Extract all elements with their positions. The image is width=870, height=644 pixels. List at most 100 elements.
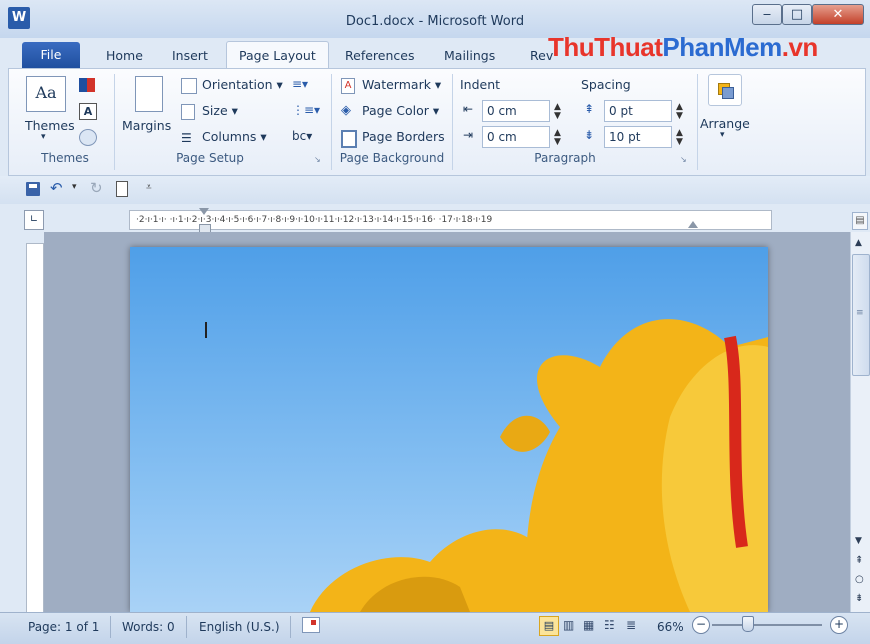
first-line-indent-marker-icon[interactable] bbox=[199, 208, 209, 215]
outline-view-icon[interactable]: ☷ bbox=[604, 618, 615, 632]
ribbon-separator bbox=[114, 74, 115, 170]
scroll-up-icon[interactable]: ▲ bbox=[855, 238, 862, 248]
spacing-after-field[interactable]: 10 pt bbox=[604, 126, 672, 148]
watermark-button[interactable]: Watermark ▾ bbox=[362, 77, 441, 92]
window-title: Doc1.docx - Microsoft Word bbox=[345, 14, 525, 29]
tab-references[interactable]: References bbox=[333, 44, 426, 68]
status-separator bbox=[110, 616, 111, 638]
tab-page-layout[interactable]: Page Layout bbox=[226, 41, 329, 69]
page-color-label: Page Color bbox=[362, 103, 429, 118]
document-page[interactable] bbox=[130, 247, 768, 612]
zoom-level[interactable]: 66% bbox=[657, 620, 684, 634]
zoom-slider-thumb[interactable] bbox=[742, 616, 754, 632]
orientation-icon[interactable] bbox=[181, 78, 197, 94]
ribbon-separator bbox=[331, 74, 332, 170]
page-color-button[interactable]: Page Color ▾ bbox=[362, 103, 439, 118]
horizontal-ruler[interactable]: ·2·ı·1·ı· ·ı·1·ı·2·ı·3·ı·4·ı·5·ı·6·ı·7·ı… bbox=[129, 210, 772, 230]
macro-recording-icon[interactable] bbox=[302, 617, 320, 633]
paragraph-group-label: Paragraph bbox=[534, 151, 596, 165]
zoom-out-icon[interactable]: − bbox=[692, 616, 710, 634]
arrange-icon[interactable] bbox=[708, 74, 742, 106]
indent-right-icon: ⇥ bbox=[463, 128, 474, 142]
tab-home[interactable]: Home bbox=[94, 44, 155, 68]
select-browse-object-icon[interactable]: ○ bbox=[855, 574, 864, 585]
indent-left-stepper-icon[interactable]: ▲ ▼ bbox=[554, 103, 561, 121]
zoom-slider-track[interactable] bbox=[712, 624, 822, 626]
tab-selector-icon[interactable]: ∟ bbox=[24, 210, 44, 230]
page-setup-group-label: Page Setup bbox=[176, 151, 244, 165]
breaks-icon[interactable]: ≡▾ bbox=[292, 77, 308, 91]
previous-page-icon[interactable]: ⇞ bbox=[855, 555, 863, 566]
draft-view-icon[interactable]: ≣ bbox=[626, 618, 636, 632]
arrange-dropdown-icon[interactable]: ▾ bbox=[720, 130, 725, 140]
spacing-before-stepper-icon[interactable]: ▲ ▼ bbox=[676, 103, 683, 121]
theme-colors-icon[interactable] bbox=[79, 78, 95, 92]
save-icon[interactable] bbox=[26, 182, 40, 196]
arrange-button[interactable]: Arrange bbox=[700, 116, 750, 131]
new-document-icon[interactable] bbox=[116, 181, 128, 197]
page-setup-dialog-launcher-icon[interactable]: ↘ bbox=[314, 155, 321, 164]
indent-left-field[interactable]: 0 cm bbox=[482, 100, 550, 122]
right-indent-marker-icon[interactable] bbox=[688, 221, 698, 228]
status-separator bbox=[290, 616, 291, 638]
undo-dropdown-icon[interactable]: ▾ bbox=[72, 182, 77, 192]
size-button[interactable]: Size ▾ bbox=[202, 103, 238, 118]
tab-mailings[interactable]: Mailings bbox=[432, 44, 507, 68]
orientation-button[interactable]: Orientation ▾ bbox=[202, 77, 283, 92]
vertical-ruler[interactable] bbox=[26, 243, 44, 613]
customize-toolbar-icon[interactable]: ⩡ bbox=[146, 182, 152, 193]
minimize-button[interactable]: ‒ bbox=[752, 4, 782, 25]
ribbon-separator bbox=[452, 74, 453, 170]
status-separator bbox=[186, 616, 187, 638]
hyphenation-icon[interactable]: bc▾ bbox=[292, 129, 312, 143]
margins-button[interactable]: Margins bbox=[122, 118, 171, 133]
tab-insert[interactable]: Insert bbox=[160, 44, 220, 68]
next-page-icon[interactable]: ⇟ bbox=[855, 593, 863, 604]
page-borders-button[interactable]: Page Borders bbox=[362, 129, 445, 144]
themes-button[interactable]: Themes bbox=[25, 118, 75, 133]
text-cursor bbox=[205, 322, 207, 338]
spacing-after-icon: ⇟ bbox=[584, 128, 595, 142]
view-ruler-icon[interactable]: ▤ bbox=[852, 212, 868, 230]
language-status[interactable]: English (U.S.) bbox=[199, 620, 280, 634]
themes-dropdown-icon[interactable]: ▾ bbox=[41, 132, 46, 142]
paragraph-dialog-launcher-icon[interactable]: ↘ bbox=[680, 155, 687, 164]
size-label: Size bbox=[202, 103, 228, 118]
indent-right-stepper-icon[interactable]: ▲ ▼ bbox=[554, 129, 561, 147]
quick-access-toolbar bbox=[0, 176, 870, 204]
watermark-icon[interactable]: A bbox=[341, 78, 355, 94]
word-count-status[interactable]: Words: 0 bbox=[122, 620, 175, 634]
tab-file[interactable]: File bbox=[22, 42, 80, 68]
watermark-part-1: ThuThuat bbox=[548, 32, 663, 62]
zoom-in-icon[interactable]: + bbox=[830, 616, 848, 634]
indent-right-field[interactable]: 0 cm bbox=[482, 126, 550, 148]
undo-icon[interactable]: ↶ bbox=[50, 179, 63, 197]
indent-label: Indent bbox=[460, 77, 501, 92]
orientation-label: Orientation bbox=[202, 77, 273, 92]
columns-button[interactable]: Columns ▾ bbox=[202, 129, 267, 144]
theme-fonts-icon[interactable]: A bbox=[79, 103, 97, 120]
page-borders-icon[interactable] bbox=[341, 130, 357, 148]
margins-icon[interactable] bbox=[135, 76, 163, 112]
page-color-icon[interactable]: ◈ bbox=[341, 103, 351, 118]
print-layout-view-icon[interactable]: ▤ bbox=[539, 616, 559, 636]
spacing-label: Spacing bbox=[581, 77, 631, 92]
indent-left-icon: ⇤ bbox=[463, 102, 474, 116]
spacing-before-field[interactable]: 0 pt bbox=[604, 100, 672, 122]
scroll-down-icon[interactable]: ▼ bbox=[855, 536, 862, 546]
columns-icon[interactable]: ☰ bbox=[181, 131, 192, 145]
size-icon[interactable] bbox=[181, 104, 195, 120]
ribbon-separator bbox=[697, 74, 698, 170]
redo-icon[interactable]: ↻ bbox=[90, 179, 103, 197]
themes-icon[interactable]: Aa bbox=[26, 76, 66, 112]
web-layout-view-icon[interactable]: ▦ bbox=[583, 618, 594, 632]
page-count-status[interactable]: Page: 1 of 1 bbox=[28, 620, 99, 634]
maximize-button[interactable]: □ bbox=[782, 4, 812, 25]
line-numbers-icon[interactable]: ⋮≡▾ bbox=[292, 103, 320, 117]
close-button[interactable]: ✕ bbox=[812, 4, 864, 25]
ruler-marks: ·2·ı·1·ı· ·ı·1·ı·2·ı·3·ı·4·ı·5·ı·6·ı·7·ı… bbox=[136, 215, 493, 225]
full-screen-reading-view-icon[interactable]: ▥ bbox=[563, 618, 574, 632]
theme-effects-icon[interactable] bbox=[79, 129, 97, 146]
spacing-after-stepper-icon[interactable]: ▲ ▼ bbox=[676, 129, 683, 147]
themes-group-label: Themes bbox=[41, 151, 89, 165]
